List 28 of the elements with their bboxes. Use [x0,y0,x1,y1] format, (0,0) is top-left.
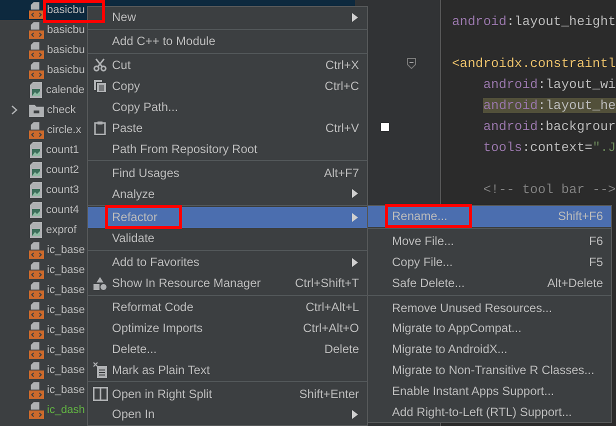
code-line: <androidx.constraintl [452,56,616,71]
file-name: count2 [46,164,80,176]
code-line: android:layout_height [452,14,616,29]
file-name: ic_base [47,344,85,356]
code-line: android:backgrour [482,119,616,134]
file-name: ic_base [47,264,85,276]
file-name: ic_base [47,304,85,316]
file-name: circle.x [47,124,82,136]
file-name: ic_base [47,364,85,376]
file-name: ic_base [47,244,85,256]
code-line: android:layout_wi [482,77,616,92]
file-name: ic_base [47,284,85,296]
code-line: tools:context=".J [482,140,616,155]
file-name: basicbu [47,44,85,56]
file-name: count1 [46,144,80,156]
code-line: android:layout_he [482,98,616,113]
file-name: exprof [46,224,77,236]
file-name: basicbu [47,4,85,16]
file-name: ic_dash [47,404,85,416]
file-name: count3 [46,184,80,196]
file-name: ic_base [47,384,85,396]
file-name: check [47,104,76,116]
file-name: count4 [46,204,80,216]
code-line: <!-- tool bar --> [482,182,616,197]
file-name: calende [46,84,85,96]
file-name: basicbu [47,24,85,36]
file-name: ic_base [47,324,85,336]
file-name: basicbu [47,64,85,76]
